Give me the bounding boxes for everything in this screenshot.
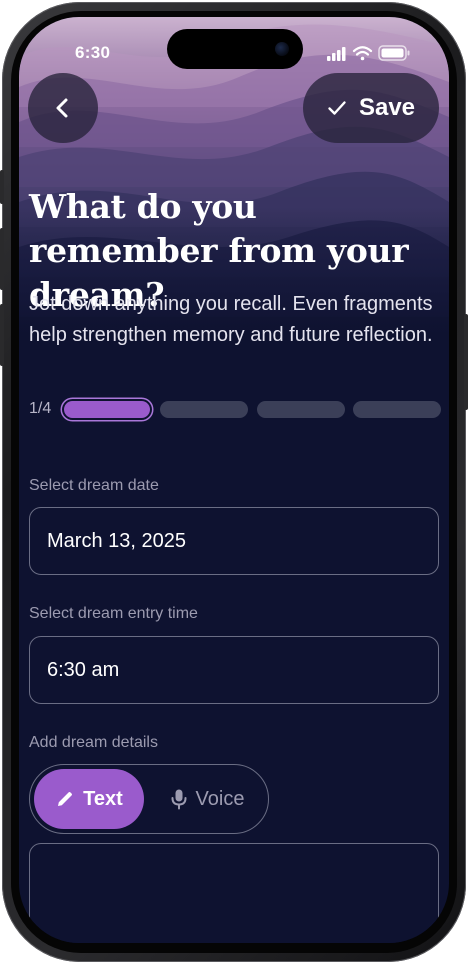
voice-mode-button[interactable]: Voice xyxy=(150,769,264,829)
power-button xyxy=(464,314,468,410)
progress-segment-2 xyxy=(160,401,248,418)
text-mode-button[interactable]: Text xyxy=(34,769,144,829)
status-icons xyxy=(327,45,410,61)
details-field-label: Add dream details xyxy=(29,734,158,751)
entry-mode-toggle: Text Voice xyxy=(29,764,269,834)
status-time: 6:30 xyxy=(75,43,111,62)
front-camera xyxy=(275,42,289,56)
dynamic-island xyxy=(167,29,303,69)
save-button[interactable]: Save xyxy=(303,73,439,143)
app-screen: 6:30 Save What do you remember from your… xyxy=(19,17,449,943)
chevron-left-icon xyxy=(56,98,68,118)
dream-details-textarea[interactable] xyxy=(29,843,439,943)
checkmark-icon xyxy=(328,101,346,115)
dream-date-value: March 13, 2025 xyxy=(47,529,186,552)
signal-icon xyxy=(327,47,346,61)
dream-time-field[interactable]: 6:30 am xyxy=(29,636,439,704)
dream-date-field[interactable]: March 13, 2025 xyxy=(29,507,439,575)
text-mode-label: Text xyxy=(83,787,123,810)
action-button xyxy=(0,170,4,204)
voice-mode-label: Voice xyxy=(195,787,245,810)
back-button[interactable] xyxy=(28,73,98,143)
date-field-label: Select dream date xyxy=(29,477,159,494)
volume-down-button xyxy=(0,304,4,366)
pencil-icon xyxy=(58,792,73,806)
microphone-icon xyxy=(171,789,187,810)
progress-segment-4 xyxy=(353,401,441,418)
page-subtitle: Jot down anything you recall. Even fragm… xyxy=(29,293,433,346)
progress-segment-3 xyxy=(257,401,345,418)
step-progress: 1/4 xyxy=(29,399,441,421)
step-counter: 1/4 xyxy=(29,400,52,417)
wifi-icon xyxy=(352,46,373,61)
time-field-label: Select dream entry time xyxy=(29,605,198,622)
progress-segment-1 xyxy=(64,401,150,418)
status-bar: 6:30 xyxy=(19,17,449,77)
battery-icon xyxy=(378,45,410,61)
dream-time-value: 6:30 am xyxy=(47,658,120,681)
volume-up-button xyxy=(0,228,4,290)
save-label: Save xyxy=(358,94,416,121)
